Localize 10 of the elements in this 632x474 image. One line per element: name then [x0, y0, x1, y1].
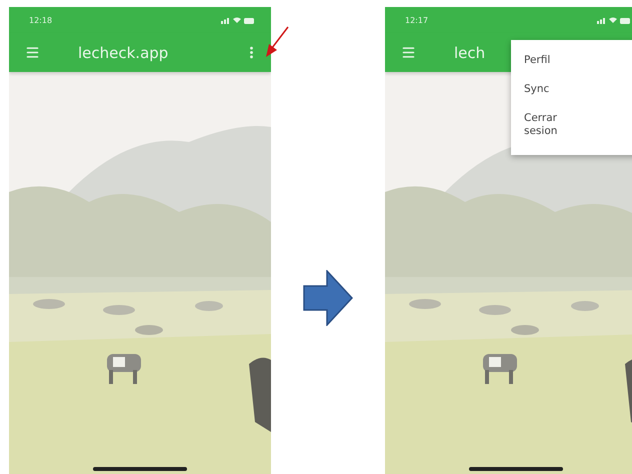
app-title: lech: [454, 44, 486, 62]
menu-icon[interactable]: [25, 45, 40, 60]
status-icons: [597, 16, 631, 24]
status-icons: [221, 16, 255, 24]
menu-icon[interactable]: [401, 45, 416, 60]
pointer-arrow: [264, 26, 290, 58]
app-title: lecheck.app: [78, 44, 168, 62]
status-time: 12:17: [405, 16, 428, 24]
step-arrow: [303, 270, 353, 326]
status-time: 12:18: [29, 16, 52, 24]
